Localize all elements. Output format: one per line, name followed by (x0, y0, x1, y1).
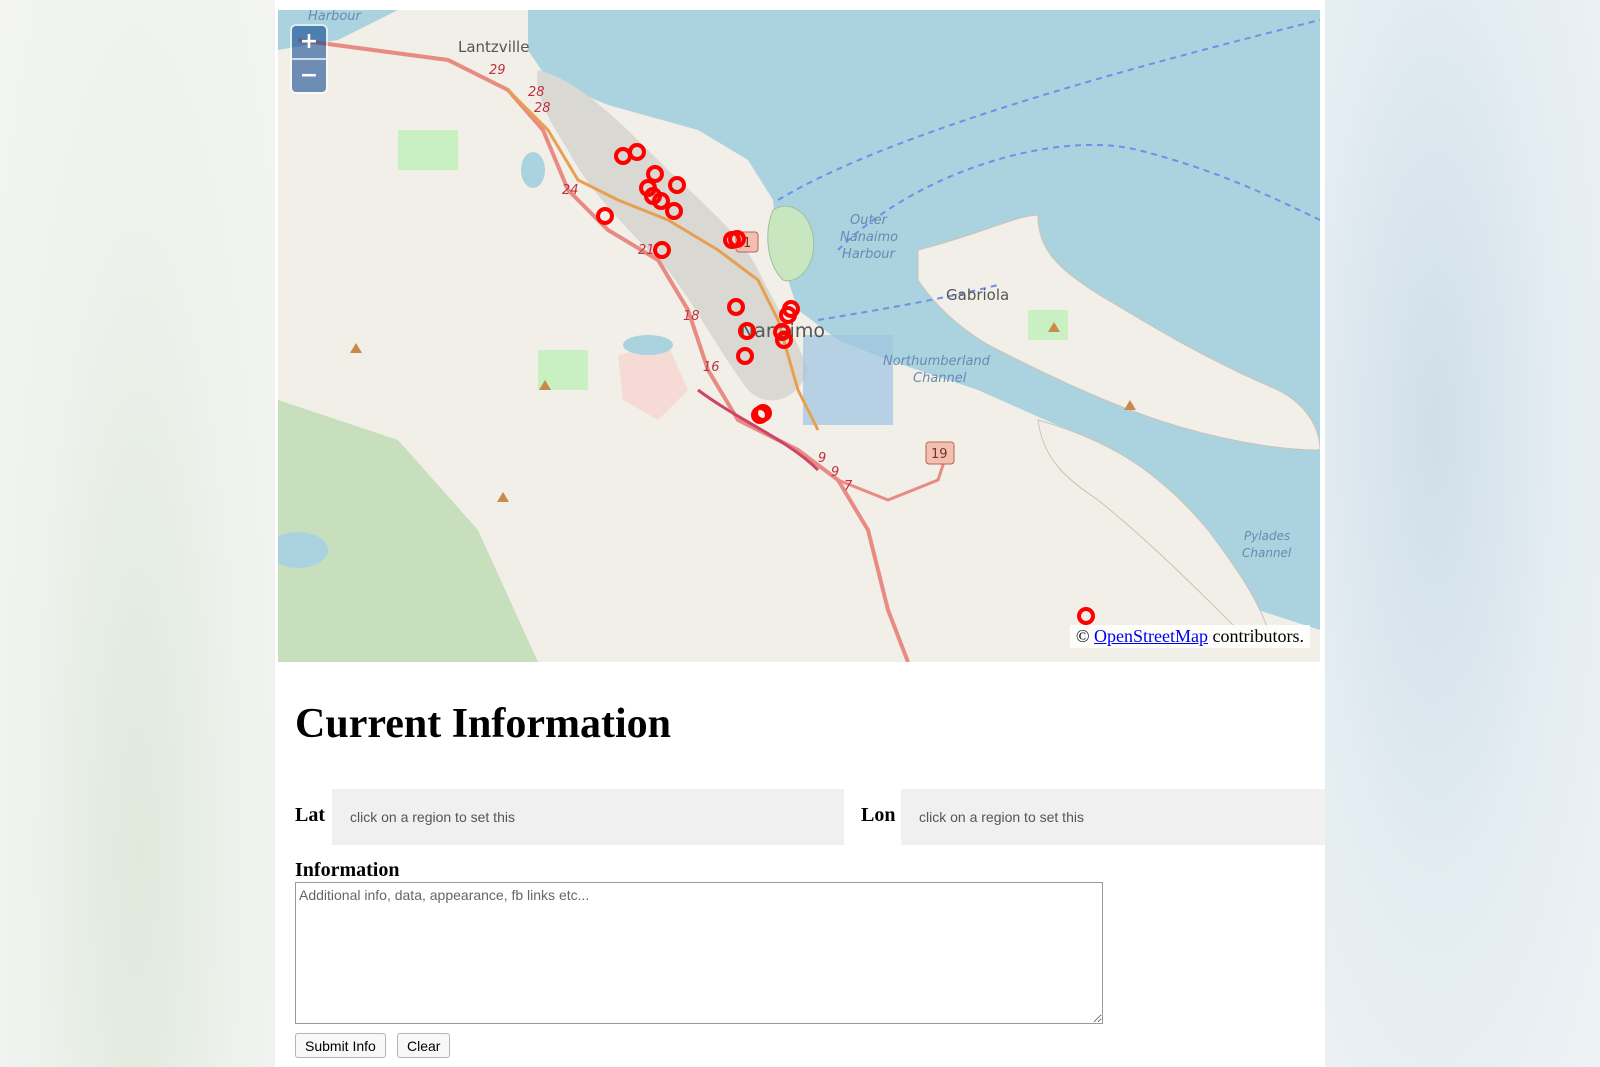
map-label-channel-2: Channel (1242, 546, 1292, 560)
map-marker[interactable] (596, 207, 614, 225)
map-label-harbour: Harbour (308, 10, 363, 24)
information-label: Information (295, 859, 400, 881)
map-label-pylades: Pylades (1244, 529, 1290, 543)
route-label: 28 (528, 85, 545, 100)
openstreetmap-link[interactable]: OpenStreetMap (1094, 626, 1208, 646)
map-label-channel-1: Channel (913, 371, 967, 386)
zoom-out-button[interactable]: − (292, 58, 326, 92)
route-label: 24 (562, 183, 579, 198)
lat-input[interactable] (332, 789, 844, 845)
route-label: 9 (831, 465, 839, 480)
map-marker[interactable] (1077, 607, 1095, 625)
route-label: 21 (638, 243, 655, 258)
map-label-northumberland: Northumberland (883, 354, 991, 369)
route-label: 7 (844, 479, 853, 494)
map-attribution: © OpenStreetMap contributors. (1069, 625, 1310, 648)
zoom-control: + − (292, 26, 326, 92)
page-title: Current Information (295, 701, 672, 747)
attribution-prefix: © (1075, 626, 1090, 646)
map-tiles: Harbour Lantzville Nanaimo Gabriola Oute… (278, 10, 1320, 662)
page: Harbour Lantzville Nanaimo Gabriola Oute… (275, 0, 1325, 1067)
map-view[interactable]: Harbour Lantzville Nanaimo Gabriola Oute… (278, 10, 1320, 662)
lon-input[interactable] (901, 789, 1325, 845)
map-label-gabriola: Gabriola (946, 286, 1009, 304)
route-shield-label: 19 (931, 447, 948, 462)
zoom-in-button[interactable]: + (292, 26, 326, 58)
map-label-nanaimo-harbour-2: Harbour (842, 247, 897, 262)
clear-button[interactable]: Clear (397, 1033, 451, 1058)
route-label: 9 (818, 451, 826, 466)
route-label: 29 (489, 63, 506, 78)
map-label-lantzville: Lantzville (458, 38, 529, 56)
route-label: 16 (703, 360, 720, 375)
submit-info-button[interactable]: Submit Info (295, 1033, 386, 1058)
route-label: 28 (534, 101, 551, 116)
map-label-outer: Outer (850, 213, 889, 228)
lon-label: Lon (861, 804, 896, 826)
background-right (1325, 0, 1600, 1067)
background-left (0, 0, 275, 1067)
information-textarea[interactable] (295, 882, 1103, 1024)
attribution-suffix: contributors. (1212, 626, 1305, 646)
lat-label: Lat (295, 804, 325, 826)
map-label-nanaimo-harbour-1: Nanaimo (840, 230, 898, 245)
route-label: 18 (683, 309, 700, 324)
